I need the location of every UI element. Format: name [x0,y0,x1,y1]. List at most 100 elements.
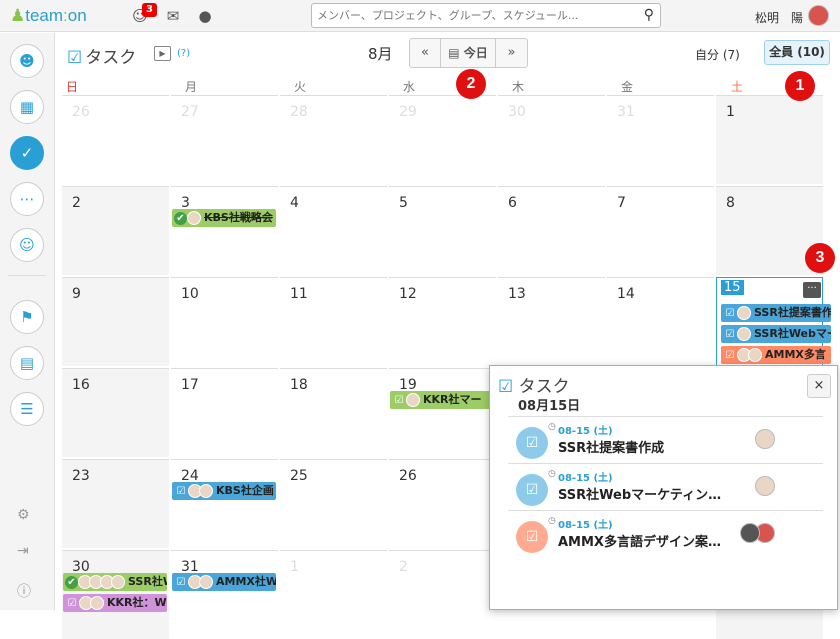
day-number: 1 [290,559,299,575]
day-cell[interactable]: 17 [171,368,278,457]
day-number: 15 [721,280,744,295]
filter-all-button[interactable]: 全員 (10) [764,40,830,65]
day-cell[interactable]: 7 [607,186,714,275]
task-event[interactable]: ☑ SSR社提案書作 [721,304,831,322]
day-cell[interactable]: 16 [62,368,169,457]
day-cell[interactable]: 10 [171,277,278,366]
day-cell[interactable]: 30 [498,95,605,184]
more-options-button[interactable]: ··· [803,282,821,298]
today-button[interactable]: ▤ 今日 [441,39,496,67]
day-cell[interactable]: 24 [171,459,278,548]
day-cell[interactable]: 26 [389,459,496,548]
day-cell[interactable]: 19 [389,368,496,457]
calendar-header: ☑ タスク ▶ (?) 8月 « ▤ 今日 » 自分 (7) 全員 (10) [55,33,840,73]
chat-icon[interactable]: ✉ [163,6,183,26]
sidebar-members-icon[interactable]: ☻ [10,44,44,78]
sidebar-chat-icon[interactable]: ⋯ [10,182,44,216]
close-button[interactable]: × [807,374,831,398]
filter-mine[interactable]: 自分 (7) [695,46,740,63]
task-icon: ☑ [516,427,548,459]
task-event[interactable]: ✔ KBS社戦略会 [172,209,276,227]
help-link[interactable]: (?) [177,48,190,59]
task-event[interactable]: ☑ AMMX多言 [721,346,831,364]
task-event-label: SSR社W [128,575,167,588]
task-name[interactable]: SSR社提案書作成 [558,437,733,456]
day-cell[interactable]: 26 [62,95,169,184]
avatar [737,327,751,341]
day-cell[interactable]: 1 [280,550,387,639]
weekday-label: 月 [185,80,198,94]
help-icon[interactable]: ⓘ [17,581,31,601]
popup-title: ☑ タスク [498,377,570,397]
collapse-menu-icon[interactable]: ⇥ [17,543,29,559]
clock-icon: ◷ [548,516,556,526]
task-icon: ☑ [176,577,186,588]
day-cell[interactable]: 27 [171,95,278,184]
day-cell[interactable]: 31 [171,550,278,639]
check-circle-icon: ✔ [174,212,187,225]
annotation-marker: 3 [805,243,835,273]
task-event[interactable]: ☑ KBS社企画 [172,482,276,500]
day-cell[interactable]: 12 [389,277,496,366]
popup-task-item[interactable]: ☑ ◷ 08-15 (土) SSR社Webマーケティン… [508,463,823,510]
day-number: 13 [508,286,526,302]
day-cell[interactable]: 5 [389,186,496,275]
day-cell[interactable]: 29 [389,95,496,184]
search-icon[interactable]: ⚲ [644,7,654,23]
sidebar-task-icon[interactable]: ✓ [10,136,44,170]
sidebar-flag-icon[interactable]: ⚑ [10,300,44,334]
task-icon: ☑ [394,395,404,406]
task-name[interactable]: SSR社Webマーケティン… [558,484,733,503]
day-cell[interactable]: 13 [498,277,605,366]
day-cell[interactable]: 1 [716,95,823,184]
sidebar-calendar-icon[interactable]: ▦ [10,90,44,124]
app-logo[interactable]: ♟team:on [10,6,87,26]
day-cell[interactable]: 6 [498,186,605,275]
task-event[interactable]: ☑ KKR社：WE [63,594,167,612]
popup-task-item[interactable]: ☑ ◷ 08-15 (土) SSR社提案書作成 [508,416,823,463]
day-cell[interactable]: 2 [389,550,496,639]
clock-icon: ◷ [548,422,556,432]
task-event[interactable]: ☑ KKR社マー [390,391,494,409]
day-cell[interactable]: 31 [607,95,714,184]
day-cell[interactable]: 4 [280,186,387,275]
globe-icon[interactable]: ● [195,6,215,26]
day-cell[interactable]: 3 [171,186,278,275]
day-number: 25 [290,468,308,484]
avatar [748,348,762,362]
task-event[interactable]: ☑ SSR社Webマー [721,325,831,343]
next-month-button[interactable]: » [496,39,527,67]
day-number: 9 [72,286,81,302]
day-cell[interactable]: 2 [62,186,169,275]
people-icon: ♟ [10,6,26,25]
day-number: 26 [399,468,417,484]
day-cell[interactable]: 9 [62,277,169,366]
play-video-icon[interactable]: ▶ [154,46,171,61]
task-icon: ☑ [516,474,548,506]
task-event[interactable]: ✔ SSR社W [63,573,167,591]
weekday-label: 土 [731,80,744,94]
sidebar-group-icon[interactable]: ☺ [10,228,44,262]
day-cell[interactable]: 23 [62,459,169,548]
day-cell[interactable]: 18 [280,368,387,457]
user-name[interactable]: 松明 陽 [755,9,803,26]
task-event[interactable]: ☑ AMMX社W [172,573,276,591]
sidebar-document-icon[interactable]: ▤ [10,346,44,380]
user-avatar[interactable] [808,5,829,26]
day-cell[interactable]: 14 [607,277,714,366]
notification-badge: 3 [142,3,157,17]
day-cell[interactable]: 11 [280,277,387,366]
assignee-avatar [755,476,775,496]
search-input[interactable] [317,4,627,26]
task-popup: ☑ タスク 08月15日 × ☑ ◷ 08-15 (土) SSR社提案書作成 ☑ ◷ 08-… [489,365,838,610]
prev-month-button[interactable]: « [410,39,441,67]
popup-task-item[interactable]: ☑ ◷ 08-15 (土) AMMX多言語デザイン案… [508,510,823,557]
weekday-label: 日 [66,80,79,94]
task-name[interactable]: AMMX多言語デザイン案… [558,531,733,550]
settings-gear-icon[interactable]: ⚙ [17,507,30,523]
day-cell[interactable]: 25 [280,459,387,548]
day-cell[interactable]: 28 [280,95,387,184]
sidebar-notebook-icon[interactable]: ☰ [10,392,44,426]
task-icon: ☑ [176,486,186,497]
check-circle-icon: ✔ [65,576,78,589]
